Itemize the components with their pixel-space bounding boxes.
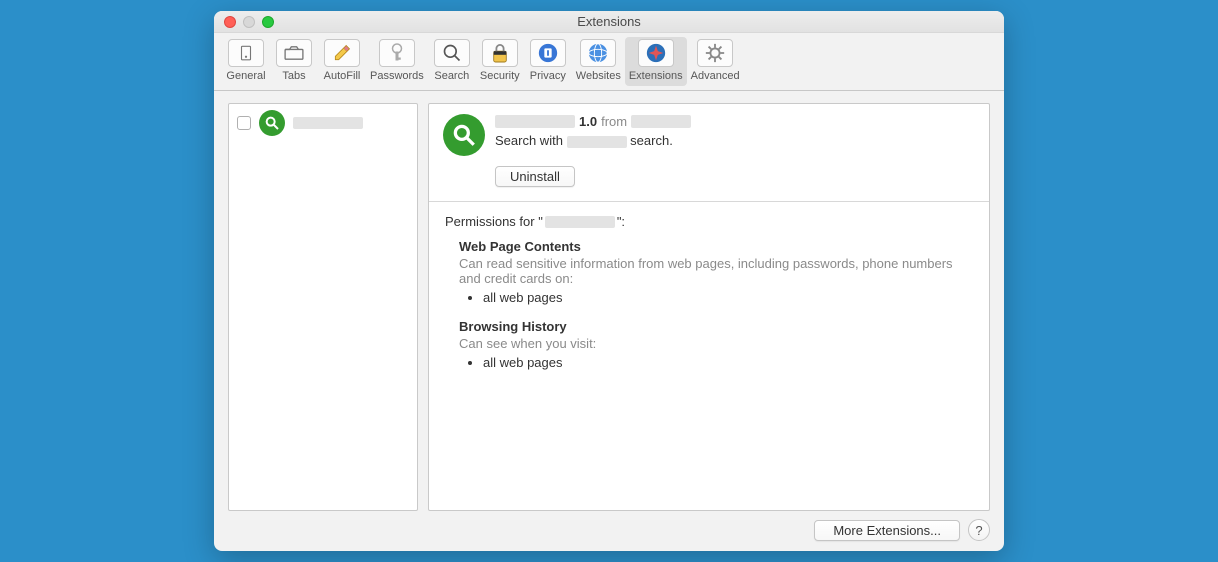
help-button[interactable]: ? [968,519,990,541]
tab-security[interactable]: Security [476,37,524,86]
extension-list-item[interactable] [229,104,417,142]
tab-label: Tabs [282,70,305,82]
permission-item: all web pages [483,290,973,305]
from-label: from [601,114,627,129]
general-icon [228,39,264,67]
permissions-heading: Permissions for " ": [445,214,973,229]
preferences-window: Extensions General Tabs AutoFill Passwo [214,11,1004,551]
extensions-list [228,103,418,511]
permission-title: Browsing History [459,319,973,334]
zoom-button[interactable] [262,16,274,28]
passwords-icon [379,39,415,67]
extension-author-redacted [631,115,691,128]
tab-autofill[interactable]: AutoFill [318,37,366,86]
tab-general[interactable]: General [222,37,270,86]
tab-label: Privacy [530,70,566,82]
permission-item: all web pages [483,355,973,370]
enable-checkbox[interactable] [237,116,251,130]
permissions-section: Permissions for " ": Web Page Contents C… [429,202,989,396]
privacy-icon [530,39,566,67]
websites-icon [580,39,616,67]
tab-label: Security [480,70,520,82]
more-extensions-button[interactable]: More Extensions... [814,520,960,541]
tab-label: Websites [576,70,621,82]
tab-advanced[interactable]: Advanced [687,37,744,86]
close-button[interactable] [224,16,236,28]
titlebar: Extensions [214,11,1004,33]
window-title: Extensions [214,14,1004,29]
tab-tabs[interactable]: Tabs [270,37,318,86]
minimize-button[interactable] [243,16,255,28]
split-panes: 1.0 from Search with search. [228,103,990,511]
tab-extensions[interactable]: Extensions [625,37,687,86]
tabs-icon [276,39,312,67]
extensions-icon [638,39,674,67]
tab-passwords[interactable]: Passwords [366,37,428,86]
extension-icon-large [443,114,485,156]
tab-label: Search [434,70,469,82]
footer-bar: More Extensions... ? [228,519,990,541]
security-icon [482,39,518,67]
permission-title: Web Page Contents [459,239,973,254]
window-controls [214,16,274,28]
tab-label: AutoFill [324,70,361,82]
detail-header-section: 1.0 from Search with search. [429,104,989,202]
uninstall-button[interactable]: Uninstall [495,166,575,187]
extension-version: 1.0 [579,114,597,129]
permission-subtitle: Can read sensitive information from web … [459,256,973,286]
extension-name-redacted [545,216,615,228]
permission-group: Web Page Contents Can read sensitive inf… [459,239,973,305]
extension-description: Search with search. [495,133,975,148]
search-provider-redacted [567,136,627,148]
extension-title-line: 1.0 from [495,114,975,129]
permission-subtitle: Can see when you visit: [459,336,973,351]
tab-label: Extensions [629,70,683,82]
extension-name-redacted [293,117,363,129]
tab-label: Passwords [370,70,424,82]
autofill-icon [324,39,360,67]
advanced-icon [697,39,733,67]
permission-group: Browsing History Can see when you visit:… [459,319,973,370]
search-icon [434,39,470,67]
content-area: 1.0 from Search with search. [214,91,1004,551]
tab-websites[interactable]: Websites [572,37,625,86]
tab-label: Advanced [691,70,740,82]
preferences-toolbar: General Tabs AutoFill Passwords Search [214,33,1004,91]
tab-search[interactable]: Search [428,37,476,86]
extension-icon [259,110,285,136]
tab-label: General [226,70,265,82]
tab-privacy[interactable]: Privacy [524,37,572,86]
extension-detail: 1.0 from Search with search. [428,103,990,511]
extension-name-redacted [495,115,575,128]
